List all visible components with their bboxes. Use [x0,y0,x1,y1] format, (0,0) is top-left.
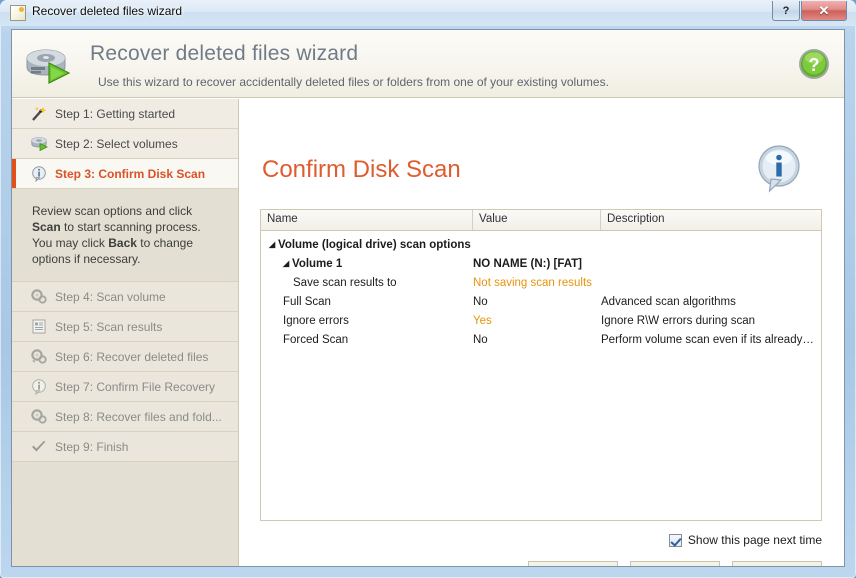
table-row[interactable]: Save scan results to Not saving scan res… [261,273,821,292]
window-frame: Recover deleted files wizard ? ✕ Recover… [0,0,856,578]
blue-info-bubble-icon [756,145,802,193]
sidebar-item-step-7[interactable]: Step 7: Confirm File Recovery [12,372,238,402]
client-area: Recover deleted files wizard Use this wi… [11,29,845,567]
scan-button[interactable]: Scan [630,561,720,566]
hard-drive-play-icon [24,46,72,86]
titlebar-help-button[interactable]: ? [772,1,800,21]
info-bubble-icon [30,378,48,395]
sidebar-item-label: Step 2: Select volumes [55,136,178,151]
disk-play-icon [30,136,48,152]
close-icon[interactable]: ✕ [801,1,847,21]
page-title: Confirm Disk Scan [262,156,461,183]
wizard-content: Confirm Disk Scan Name Value Description [240,99,844,566]
sidebar-item-step-1[interactable]: Step 1: Getting started [12,99,238,129]
wizard-banner: Recover deleted files wizard Use this wi… [12,30,844,98]
wizard-button-row: Back Scan Cancel [240,561,844,566]
expander-icon[interactable]: ◢ [283,259,292,268]
banner-title: Recover deleted files wizard [90,42,359,65]
gears-icon [30,289,48,305]
table-row[interactable]: Forced Scan No Perform volume scan even … [261,330,821,349]
gears-icon [30,409,48,425]
row-name: Forced Scan [283,333,349,346]
sidebar-item-label: Step 6: Recover deleted files [55,349,209,364]
row-value: No [473,333,488,346]
row-value: Not saving scan results [473,276,592,289]
column-header-description[interactable]: Description [601,210,821,230]
checkbox-label: Show this page next time [687,533,822,547]
sidebar-item-step-6[interactable]: Step 6: Recover deleted files [12,342,238,372]
sidebar-item-label: Step 3: Confirm Disk Scan [55,166,206,181]
row-name: Save scan results to [293,276,397,289]
recover-gears-icon [30,349,48,365]
row-name: Ignore errors [283,314,349,327]
row-name-text: Volume 1 [292,257,343,270]
column-header-name[interactable]: Name [261,210,473,230]
step-description-panel: Review scan options and click Scan to st… [12,189,238,282]
magic-wand-icon [30,106,48,122]
banner-subtitle: Use this wizard to recover accidentally … [98,75,609,89]
sidebar-item-step-9[interactable]: Step 9: Finish [12,432,238,462]
sidebar-item-label: Step 1: Getting started [55,106,176,121]
scan-options-table[interactable]: Name Value Description ◢ Volume (logical … [260,209,822,521]
checkbox-check-icon[interactable] [668,533,682,547]
sidebar-item-label: Step 9: Finish [55,439,129,454]
table-row[interactable]: Full Scan No Advanced scan algorithms [261,292,821,311]
row-description: Advanced scan algorithms [601,295,736,308]
sidebar-item-label: Step 7: Confirm File Recovery [55,379,216,394]
app-window-icon [10,5,26,21]
wizard-step-sidebar: Step 1: Getting started Step 2: Select v… [12,99,239,566]
report-icon [30,319,48,335]
sidebar-item-step-2[interactable]: Step 2: Select volumes [12,129,238,159]
step-desc-part-1: Review scan options and click [32,204,193,218]
row-name: Full Scan [283,295,331,308]
step-desc-scan-emphasis: Scan [32,220,61,234]
row-description: Ignore R\W errors during scan [601,314,756,327]
back-button[interactable]: Back [528,561,618,566]
sidebar-item-label: Step 5: Scan results [55,319,163,334]
sidebar-filler [12,462,238,566]
info-bubble-icon [30,165,48,182]
row-description: Perform volume scan even if its already … [601,333,821,346]
table-row[interactable]: ◢ Volume 1 NO NAME (N:) [FAT] [261,254,821,273]
column-header-value[interactable]: Value [473,210,601,230]
row-value: No [473,295,488,308]
title-bar[interactable]: Recover deleted files wizard ? ✕ [0,0,856,26]
sidebar-item-step-5[interactable]: Step 5: Scan results [12,312,238,342]
row-name-text: Volume (logical drive) scan options [278,238,471,251]
cancel-button[interactable]: Cancel [732,561,822,566]
row-value: Yes [473,314,492,327]
svg-text:?: ? [809,55,820,75]
table-row[interactable]: ◢ Volume (logical drive) scan options [261,235,821,254]
show-page-next-time-checkbox[interactable]: Show this page next time [668,533,822,547]
checkmark-icon [30,439,48,455]
expander-icon[interactable]: ◢ [269,240,278,249]
window-title: Recover deleted files wizard [32,4,183,18]
sidebar-item-label: Step 4: Scan volume [55,289,166,304]
green-question-help-icon[interactable]: ? [798,48,830,80]
table-header-row: Name Value Description [261,210,821,231]
sidebar-item-step-8[interactable]: Step 8: Recover files and fold... [12,402,238,432]
row-name: ◢ Volume 1 [261,258,473,270]
sidebar-item-step-3[interactable]: Step 3: Confirm Disk Scan [12,159,238,189]
row-name: ◢ Volume (logical drive) scan options [261,239,473,251]
sidebar-item-label: Step 8: Recover files and fold... [55,409,222,424]
step-desc-back-emphasis: Back [108,236,137,250]
table-body: ◢ Volume (logical drive) scan options ◢ Vo… [261,231,821,349]
row-value: NO NAME (N:) [FAT] [473,257,583,270]
table-row[interactable]: Ignore errors Yes Ignore R\W errors duri… [261,311,821,330]
sidebar-item-step-4[interactable]: Step 4: Scan volume [12,282,238,312]
